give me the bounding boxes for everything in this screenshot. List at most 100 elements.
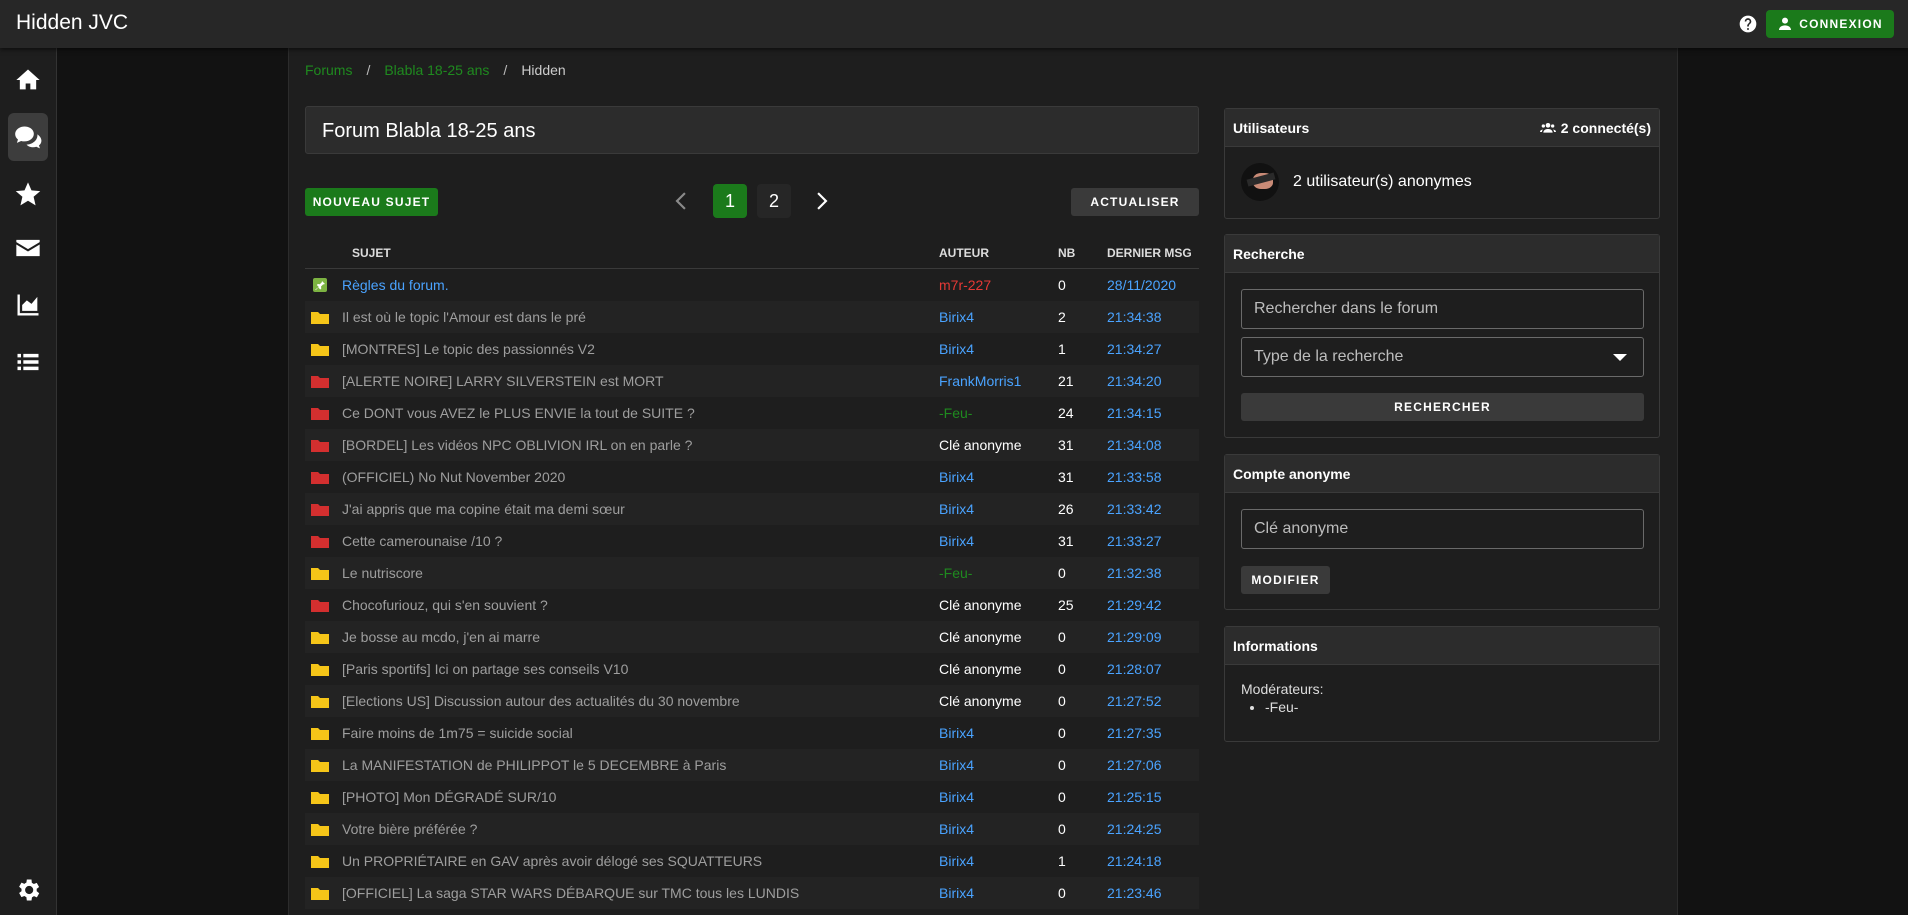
topic-subject-link[interactable]: Règles du forum. — [342, 277, 449, 293]
help-circle-icon[interactable] — [1738, 14, 1758, 34]
table-row[interactable]: Ce DONT vous AVEZ le PLUS ENVIE la tout … — [305, 397, 1199, 429]
nav-settings[interactable] — [8, 866, 48, 914]
table-row[interactable]: [Elections US] Discussion autour des act… — [305, 685, 1199, 717]
topic-subject-link[interactable]: [PHOTO] Mon DÉGRADÉ SUR/10 — [342, 789, 556, 805]
topic-author-link[interactable]: Birix4 — [939, 789, 974, 805]
topic-subject-link[interactable]: Un PROPRIÉTAIRE en GAV après avoir délog… — [342, 853, 762, 869]
nav-home[interactable] — [8, 56, 48, 104]
nav-list[interactable] — [8, 338, 48, 386]
table-row[interactable]: La MANIFESTATION de PHILIPPOT le 5 DECEM… — [305, 749, 1199, 781]
topic-last-message-link[interactable]: 21:24:18 — [1107, 853, 1162, 869]
nav-forums[interactable] — [8, 113, 48, 161]
topic-author-link[interactable]: Birix4 — [939, 469, 974, 485]
topic-last-message-link[interactable]: 21:27:35 — [1107, 725, 1162, 741]
table-row[interactable]: [MONTRES] Le topic des passionnés V2 Biri… — [305, 333, 1199, 365]
search-type-select[interactable]: Type de la recherche — [1241, 337, 1644, 377]
topic-last-message-link[interactable]: 21:34:20 — [1107, 373, 1162, 389]
topic-last-message-link[interactable]: 21:29:09 — [1107, 629, 1162, 645]
topic-last-message-link[interactable]: 21:32:38 — [1107, 565, 1162, 581]
new-topic-button[interactable]: NOUVEAU SUJET — [305, 188, 438, 216]
topic-subject-link[interactable]: Votre bière préférée ? — [342, 821, 477, 837]
topic-author-link[interactable]: Birix4 — [939, 821, 974, 837]
app-title[interactable]: Hidden JVC — [16, 11, 128, 35]
topic-subject-link[interactable]: [Elections US] Discussion autour des act… — [342, 693, 740, 709]
pagination-page-1[interactable]: 1 — [713, 184, 747, 218]
topic-last-message-link[interactable]: 21:28:07 — [1107, 661, 1162, 677]
topic-author-link[interactable]: FrankMorris1 — [939, 373, 1021, 389]
table-row[interactable]: [ALERTE NOIRE] LARRY SILVERSTEIN est MOR… — [305, 365, 1199, 397]
pagination-next-button[interactable] — [804, 184, 838, 218]
topic-author-link[interactable]: Birix4 — [939, 853, 974, 869]
topic-subject-link[interactable]: Le nutriscore — [342, 565, 423, 581]
nav-favorites[interactable] — [8, 170, 48, 218]
table-row[interactable]: Faire moins de 1m75 = suicide social Biri… — [305, 717, 1199, 749]
topic-last-message-link[interactable]: 21:34:08 — [1107, 437, 1162, 453]
topic-last-message-link[interactable]: 21:34:38 — [1107, 309, 1162, 325]
topic-subject-link[interactable]: [BORDEL] Les vidéos NPC OBLIVION IRL on … — [342, 437, 692, 453]
table-row[interactable]: Un PROPRIÉTAIRE en GAV après avoir délog… — [305, 845, 1199, 877]
breadcrumb-forums-link[interactable]: Forums — [305, 62, 352, 78]
search-input[interactable]: Rechercher dans le forum — [1241, 289, 1644, 329]
topic-last-message-link[interactable]: 21:24:25 — [1107, 821, 1162, 837]
topic-last-message-link[interactable]: 21:34:27 — [1107, 341, 1162, 357]
topic-author-link[interactable]: -Feu- — [939, 565, 972, 581]
nav-stats[interactable] — [8, 281, 48, 329]
topic-last-message-link[interactable]: 21:25:15 — [1107, 789, 1162, 805]
topic-subject-link[interactable]: Ce DONT vous AVEZ le PLUS ENVIE la tout … — [342, 405, 695, 421]
topic-subject-link[interactable]: [Paris sportifs] Ici on partage ses cons… — [342, 661, 628, 677]
app-bar: Hidden JVC CONNEXION — [0, 0, 1908, 48]
topic-author-link[interactable]: Birix4 — [939, 725, 974, 741]
topic-author-link[interactable]: Birix4 — [939, 341, 974, 357]
topic-author-link[interactable]: Birix4 — [939, 501, 974, 517]
modify-button[interactable]: MODIFIER — [1241, 566, 1330, 594]
topic-last-message-link[interactable]: 21:23:46 — [1107, 885, 1162, 901]
table-row[interactable]: [Paris sportifs] Ici on partage ses cons… — [305, 653, 1199, 685]
topic-subject-link[interactable]: Je bosse au mcdo, j'en ai marre — [342, 629, 540, 645]
table-row[interactable]: [BORDEL] Les vidéos NPC OBLIVION IRL on … — [305, 429, 1199, 461]
topic-last-message-link[interactable]: 21:33:58 — [1107, 469, 1162, 485]
topic-last-message-link[interactable]: 21:29:42 — [1107, 597, 1162, 613]
table-row[interactable]: [PHOTO] Mon DÉGRADÉ SUR/10 Birix4 0 21:25:1… — [305, 781, 1199, 813]
table-row[interactable]: Je bosse au mcdo, j'en ai marre Clé anony… — [305, 621, 1199, 653]
topic-subject-link[interactable]: Cette camerounaise /10 ? — [342, 533, 502, 549]
topic-last-message-link[interactable]: 21:33:27 — [1107, 533, 1162, 549]
topic-author-link[interactable]: m7r-227 — [939, 277, 991, 293]
table-row[interactable]: Cette camerounaise /10 ? Birix4 31 21:33:27 — [305, 525, 1199, 557]
table-row[interactable]: J'ai appris que ma copine était ma demi … — [305, 493, 1199, 525]
login-button[interactable]: CONNEXION — [1766, 10, 1894, 38]
topic-subject-link[interactable]: J'ai appris que ma copine était ma demi … — [342, 501, 625, 517]
search-button[interactable]: RECHERCHER — [1241, 393, 1644, 421]
breadcrumb-forum-link[interactable]: Blabla 18-25 ans — [384, 62, 489, 78]
table-row[interactable]: Chocofuriouz, qui s'en souvient ? Clé ano… — [305, 589, 1199, 621]
topic-last-message-link[interactable]: 21:27:06 — [1107, 757, 1162, 773]
nav-messages[interactable] — [8, 224, 48, 272]
table-row[interactable]: Il est où le topic l'Amour est dans le p… — [305, 301, 1199, 333]
topic-subject-link[interactable]: Faire moins de 1m75 = suicide social — [342, 725, 573, 741]
topic-last-message-link[interactable]: 21:27:52 — [1107, 693, 1162, 709]
table-row[interactable]: [OFFICIEL] La saga STAR WARS DÉBARQUE su… — [305, 877, 1199, 909]
topic-subject-link[interactable]: Chocofuriouz, qui s'en souvient ? — [342, 597, 548, 613]
topic-subject-link[interactable]: [MONTRES] Le topic des passionnés V2 — [342, 341, 595, 357]
topic-subject-link[interactable]: (OFFICIEL) No Nut November 2020 — [342, 469, 565, 485]
topic-subject-link[interactable]: [OFFICIEL] La saga STAR WARS DÉBARQUE su… — [342, 885, 799, 901]
topic-author-link[interactable]: Birix4 — [939, 533, 974, 549]
table-row[interactable]: Règles du forum. m7r-227 0 28/11/2020 — [305, 269, 1199, 302]
table-row[interactable]: Votre bière préférée ? Birix4 0 21:24:25 — [305, 813, 1199, 845]
topic-last-message-link[interactable]: 21:34:15 — [1107, 405, 1162, 421]
anonymous-key-input[interactable]: Clé anonyme — [1241, 509, 1644, 549]
topic-subject-link[interactable]: Il est où le topic l'Amour est dans le p… — [342, 309, 586, 325]
topic-author-link[interactable]: Birix4 — [939, 757, 974, 773]
refresh-button[interactable]: ACTUALISER — [1071, 188, 1199, 216]
topic-last-message-link[interactable]: 28/11/2020 — [1107, 277, 1176, 293]
topic-author-link[interactable]: -Feu- — [939, 405, 972, 421]
topic-last-message-link[interactable]: 21:33:42 — [1107, 501, 1162, 517]
topic-author-link[interactable]: Birix4 — [939, 885, 974, 901]
pagination-prev-button[interactable] — [665, 184, 699, 218]
pagination-page-2[interactable]: 2 — [757, 184, 791, 218]
moderator-item[interactable]: -Feu- — [1265, 699, 1323, 715]
table-row[interactable]: (OFFICIEL) No Nut November 2020 Birix4 31 2… — [305, 461, 1199, 493]
table-row[interactable]: Le nutriscore -Feu- 0 21:32:38 — [305, 557, 1199, 589]
topic-author-link[interactable]: Birix4 — [939, 309, 974, 325]
topic-subject-link[interactable]: [ALERTE NOIRE] LARRY SILVERSTEIN est MOR… — [342, 373, 664, 389]
topic-subject-link[interactable]: La MANIFESTATION de PHILIPPOT le 5 DECEM… — [342, 757, 726, 773]
